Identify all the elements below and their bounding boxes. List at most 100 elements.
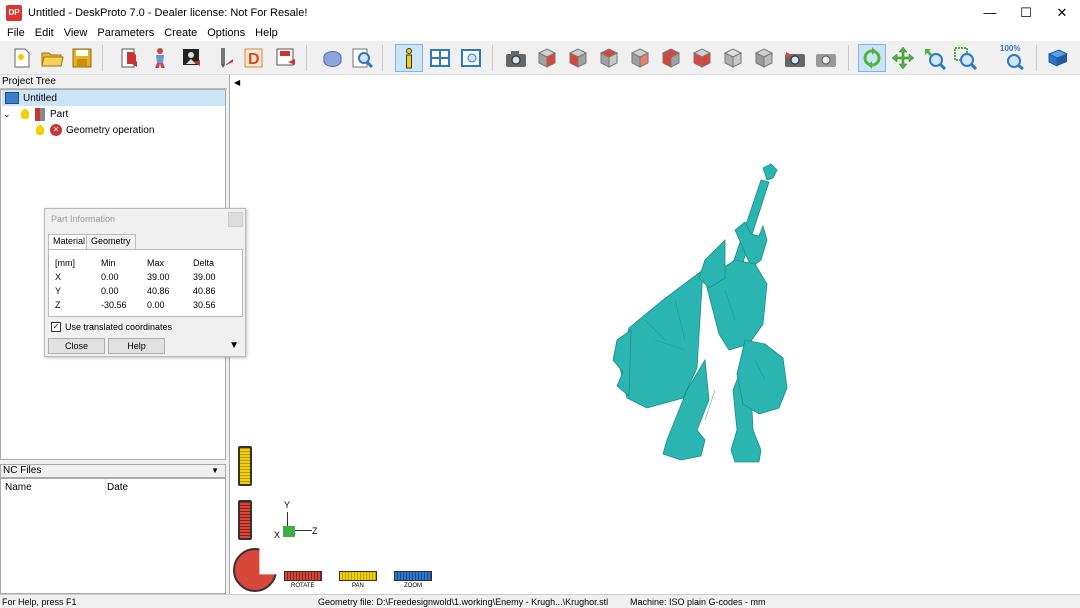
- tab-geometry[interactable]: Geometry: [86, 234, 136, 249]
- zoom-control[interactable]: [394, 571, 432, 581]
- lightbulb-icon: [36, 125, 44, 135]
- cube-right-icon: [630, 48, 650, 68]
- view-top-button[interactable]: [657, 44, 685, 72]
- save-disk-icon: [72, 48, 92, 68]
- cube-gray-icon: [754, 48, 774, 68]
- zoom-level-label: 100%: [1000, 44, 1021, 53]
- row-y-max: 40.86: [147, 286, 170, 296]
- view-iso-button[interactable]: [719, 44, 747, 72]
- app-icon: DP: [6, 4, 22, 21]
- header-min: Min: [101, 258, 116, 268]
- menu-options[interactable]: Options: [202, 27, 250, 39]
- inspect-button[interactable]: [348, 44, 376, 72]
- title-bar: DP Untitled - DeskProto 7.0 - Dealer lic…: [0, 0, 1080, 25]
- layout-button[interactable]: [426, 44, 454, 72]
- preview-window-icon: [461, 49, 481, 67]
- dialog-close-box[interactable]: [228, 212, 243, 227]
- menu-parameters[interactable]: Parameters: [92, 27, 159, 39]
- camera-reset-icon: [785, 52, 805, 67]
- axis-x-label: X: [274, 530, 281, 540]
- menu-create[interactable]: Create: [159, 27, 202, 39]
- expand-down-icon[interactable]: ▼: [229, 340, 239, 351]
- geometry-view-button[interactable]: [318, 44, 346, 72]
- translated-coords-checkbox[interactable]: ✓: [51, 322, 61, 332]
- rotate-control[interactable]: [284, 571, 322, 581]
- menu-edit[interactable]: Edit: [30, 27, 59, 39]
- view-back-button[interactable]: [564, 44, 592, 72]
- zoom-mode-button[interactable]: [920, 44, 948, 72]
- open-project-button[interactable]: [38, 44, 66, 72]
- help-book-button[interactable]: [1044, 44, 1072, 72]
- view-front-button[interactable]: [533, 44, 561, 72]
- zoom-window-button[interactable]: [951, 44, 979, 72]
- pan-mode-button[interactable]: [889, 44, 917, 72]
- new-file-icon: [14, 48, 30, 68]
- drawing-button[interactable]: D: [240, 44, 268, 72]
- save-project-button[interactable]: [68, 44, 96, 72]
- red-slider[interactable]: [238, 500, 252, 540]
- yellow-slider[interactable]: [238, 446, 252, 486]
- project-tree-header: Project Tree: [0, 75, 227, 89]
- column-name[interactable]: Name: [5, 482, 32, 493]
- translated-coords-option[interactable]: ✓ Use translated coordinates: [51, 322, 172, 332]
- close-button[interactable]: Close: [48, 338, 105, 354]
- view-left-button[interactable]: [595, 44, 623, 72]
- lightbulb-icon: [21, 109, 29, 119]
- camera-reset-button[interactable]: [781, 44, 809, 72]
- pan-label: PAN: [352, 583, 364, 589]
- tree-item-geometry-operation[interactable]: ✕ Geometry operation: [36, 122, 154, 138]
- nc-files-title: NC Files: [3, 465, 42, 476]
- camera-settings-button[interactable]: [812, 44, 840, 72]
- info-button[interactable]: [395, 44, 423, 72]
- new-project-button[interactable]: [8, 44, 36, 72]
- svg-text:D: D: [248, 51, 260, 68]
- tree-item-part[interactable]: ⌄ Part: [3, 106, 68, 122]
- axes-gizmo: Y X Z: [274, 500, 324, 545]
- camera-gray-icon: [816, 54, 836, 67]
- window-grid-icon: [430, 49, 450, 67]
- part-button[interactable]: [146, 44, 174, 72]
- tree-item-untitled[interactable]: Untitled: [2, 90, 225, 106]
- export-icon: [276, 48, 295, 66]
- row-z-delta: 30.56: [193, 300, 216, 310]
- tool-operation-icon: [221, 48, 233, 68]
- pan-control[interactable]: [339, 571, 377, 581]
- axis-z-label: Z: [312, 526, 318, 536]
- camera-view-button[interactable]: [502, 44, 530, 72]
- 3d-model: [612, 163, 788, 463]
- nc-files-list[interactable]: Name Date: [0, 478, 226, 594]
- column-date[interactable]: Date: [107, 482, 128, 493]
- zoom-100-button[interactable]: 100%: [998, 44, 1030, 72]
- menu-bar: File Edit View Parameters Create Options…: [0, 25, 1080, 41]
- 3d-viewport[interactable]: ◀ Y X Z: [229, 75, 1080, 594]
- row-z-axis: Z: [55, 300, 61, 310]
- status-geometry-file: Geometry file: D:\Freedesignwold\1.worki…: [318, 597, 609, 607]
- status-bar: For Help, press F1 Geometry file: D:\Fre…: [0, 594, 1080, 607]
- view-iso2-button[interactable]: [750, 44, 778, 72]
- preview-button[interactable]: [457, 44, 485, 72]
- menu-help[interactable]: Help: [250, 27, 283, 39]
- cube-front-icon: [537, 48, 557, 68]
- maximize-button[interactable]: ☐: [1008, 0, 1044, 25]
- tab-material[interactable]: Material: [48, 234, 91, 250]
- export-button[interactable]: [272, 44, 300, 72]
- help-button[interactable]: Help: [108, 338, 165, 354]
- bitmap-button[interactable]: [178, 44, 206, 72]
- collapse-arrow-icon[interactable]: ◀: [234, 78, 240, 87]
- tree-item-label: Part: [50, 108, 69, 120]
- minimize-button[interactable]: —: [972, 0, 1008, 25]
- close-window-button[interactable]: ✕: [1044, 0, 1080, 25]
- operation-button[interactable]: [210, 44, 238, 72]
- view-bottom-button[interactable]: [688, 44, 716, 72]
- window-title: Untitled - DeskProto 7.0 - Dealer licens…: [28, 6, 308, 19]
- menu-view[interactable]: View: [59, 27, 93, 39]
- rotate-mode-button[interactable]: [858, 44, 886, 72]
- menu-file[interactable]: File: [2, 27, 30, 39]
- row-z-max: 0.00: [147, 300, 165, 310]
- part-figure-icon: [155, 48, 165, 68]
- import-geometry-button[interactable]: [116, 44, 144, 72]
- header-unit: [mm]: [55, 258, 75, 268]
- dropdown-arrow-icon[interactable]: ▼: [211, 465, 219, 477]
- zoom-window-icon: [954, 47, 977, 70]
- view-right-button[interactable]: [626, 44, 654, 72]
